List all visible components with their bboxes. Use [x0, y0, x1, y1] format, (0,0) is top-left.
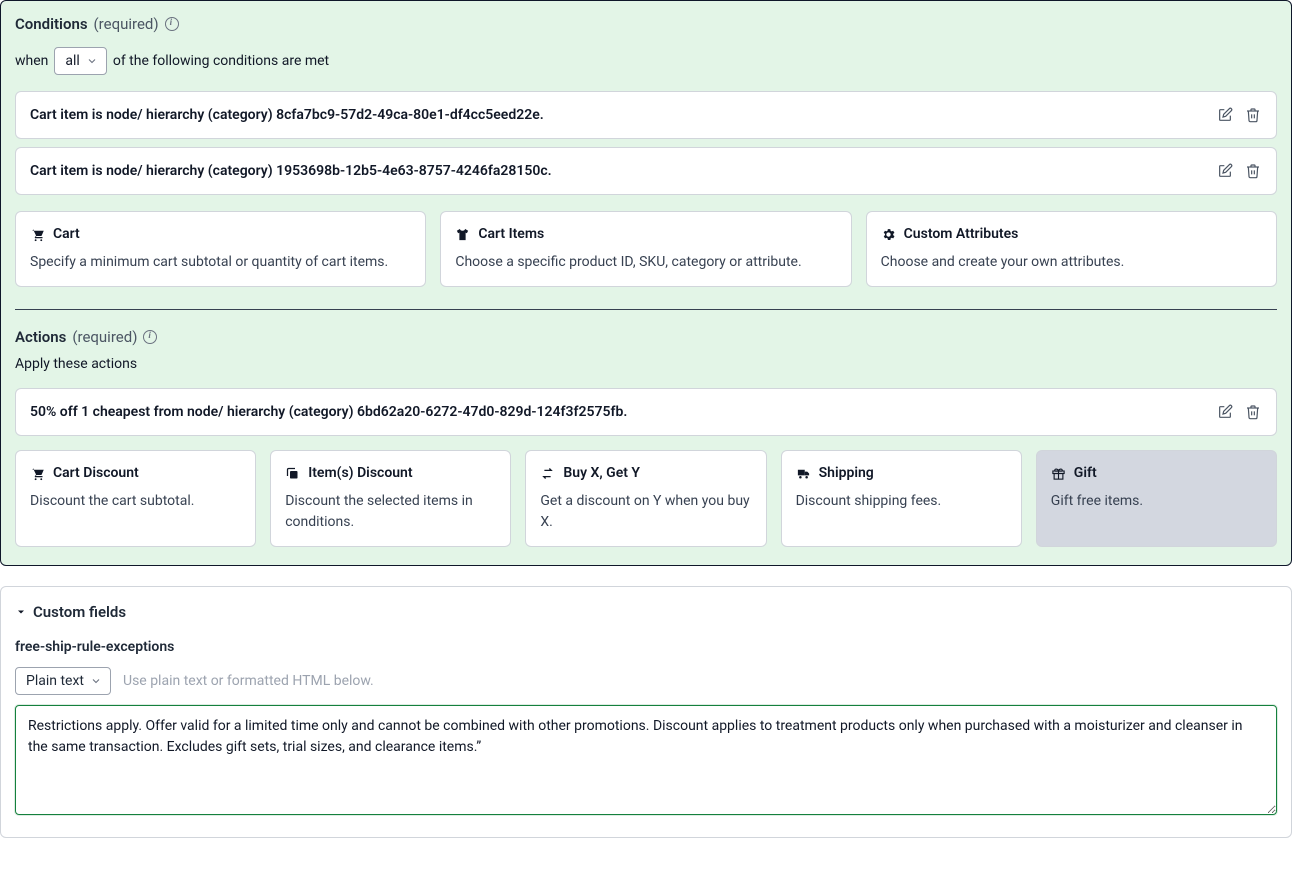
- card-desc: Discount the cart subtotal.: [30, 491, 241, 511]
- info-icon[interactable]: [165, 17, 179, 31]
- when-suffix: of the following conditions are met: [113, 53, 329, 69]
- rules-panel: Conditions (required) when all of the fo…: [0, 0, 1292, 566]
- custom-field-hint: Use plain text or formatted HTML below.: [123, 673, 374, 689]
- custom-fields-heading[interactable]: Custom fields: [15, 603, 1277, 621]
- action-type-cart-discount[interactable]: Cart Discount Discount the cart subtotal…: [15, 450, 256, 547]
- card-desc: Discount shipping fees.: [796, 491, 1007, 511]
- conditions-heading: Conditions (required): [15, 15, 179, 33]
- action-type-gift[interactable]: Gift Gift free items.: [1036, 450, 1277, 547]
- chevron-down-icon: [86, 55, 98, 67]
- apply-actions-label: Apply these actions: [15, 356, 1277, 372]
- action-rules-list: 50% off 1 cheapest from node/ hierarchy …: [15, 388, 1277, 436]
- condition-type-cards: Cart Specify a minimum cart subtotal or …: [15, 211, 1277, 287]
- rule-actions: [1216, 403, 1262, 421]
- card-title: Cart: [53, 226, 80, 242]
- condition-rule: Cart item is node/ hierarchy (category) …: [15, 147, 1277, 195]
- action-type-cards: Cart Discount Discount the cart subtotal…: [15, 450, 1277, 547]
- rule-actions: [1216, 162, 1262, 180]
- chevron-down-icon: [90, 675, 102, 687]
- edit-icon[interactable]: [1216, 162, 1234, 180]
- custom-field-name: free-ship-rule-exceptions: [15, 639, 1277, 655]
- condition-type-cart-items[interactable]: Cart Items Choose a specific product ID,…: [440, 211, 851, 287]
- swap-icon: [540, 466, 555, 481]
- rule-actions: [1216, 106, 1262, 124]
- info-icon[interactable]: [143, 330, 157, 344]
- conditions-title: Conditions: [15, 15, 88, 33]
- cart-icon: [30, 227, 45, 242]
- action-type-items-discount[interactable]: Item(s) Discount Discount the selected i…: [270, 450, 511, 547]
- card-title: Gift: [1074, 465, 1097, 481]
- card-title: Buy X, Get Y: [563, 465, 640, 481]
- condition-rule-text: Cart item is node/ hierarchy (category) …: [30, 107, 544, 123]
- condition-type-cart[interactable]: Cart Specify a minimum cart subtotal or …: [15, 211, 426, 287]
- condition-rule-text: Cart item is node/ hierarchy (category) …: [30, 163, 552, 179]
- condition-type-custom-attributes[interactable]: Custom Attributes Choose and create your…: [866, 211, 1277, 287]
- card-desc: Gift free items.: [1051, 491, 1262, 511]
- trash-icon[interactable]: [1244, 403, 1262, 421]
- actions-title: Actions: [15, 328, 66, 346]
- action-type-shipping[interactable]: Shipping Discount shipping fees.: [781, 450, 1022, 547]
- custom-fields-title: Custom fields: [33, 603, 126, 621]
- edit-icon[interactable]: [1216, 106, 1234, 124]
- action-rule-text: 50% off 1 cheapest from node/ hierarchy …: [30, 404, 627, 420]
- gift-icon: [1051, 466, 1066, 481]
- shirt-icon: [455, 227, 470, 242]
- conditions-section: Conditions (required) when all of the fo…: [15, 15, 1277, 287]
- edit-icon[interactable]: [1216, 403, 1234, 421]
- logic-select[interactable]: all: [54, 47, 106, 75]
- custom-field-toolbar: Plain text Use plain text or formatted H…: [15, 667, 1277, 695]
- logic-select-value: all: [65, 53, 79, 69]
- format-select-value: Plain text: [26, 673, 84, 689]
- card-title: Custom Attributes: [904, 226, 1019, 242]
- card-desc: Get a discount on Y when you buy X.: [540, 491, 751, 532]
- action-rule: 50% off 1 cheapest from node/ hierarchy …: [15, 388, 1277, 436]
- gear-icon: [881, 227, 896, 242]
- format-select[interactable]: Plain text: [15, 667, 111, 695]
- card-desc: Specify a minimum cart subtotal or quant…: [30, 252, 411, 272]
- trash-icon[interactable]: [1244, 162, 1262, 180]
- card-title: Cart Discount: [53, 465, 139, 481]
- actions-section: Actions (required) Apply these actions 5…: [15, 328, 1277, 547]
- card-desc: Choose and create your own attributes.: [881, 252, 1262, 272]
- actions-heading: Actions (required): [15, 328, 157, 346]
- conditions-when-row: when all of the following conditions are…: [15, 47, 1277, 75]
- custom-field-textarea[interactable]: [15, 705, 1277, 815]
- cart-icon: [30, 466, 45, 481]
- card-title: Shipping: [819, 465, 874, 481]
- caret-down-icon: [15, 606, 27, 618]
- when-prefix: when: [15, 53, 48, 69]
- card-desc: Choose a specific product ID, SKU, categ…: [455, 252, 836, 272]
- condition-rules-list: Cart item is node/ hierarchy (category) …: [15, 91, 1277, 195]
- action-type-buy-x-get-y[interactable]: Buy X, Get Y Get a discount on Y when yo…: [525, 450, 766, 547]
- card-desc: Discount the selected items in condition…: [285, 491, 496, 532]
- trash-icon[interactable]: [1244, 106, 1262, 124]
- truck-icon: [796, 466, 811, 481]
- copy-icon: [285, 466, 300, 481]
- card-title: Cart Items: [478, 226, 544, 242]
- section-divider: [15, 309, 1277, 310]
- card-title: Item(s) Discount: [308, 465, 412, 481]
- custom-fields-panel: Custom fields free-ship-rule-exceptions …: [0, 586, 1292, 838]
- conditions-required-label: (required): [94, 15, 159, 33]
- actions-required-label: (required): [72, 328, 137, 346]
- condition-rule: Cart item is node/ hierarchy (category) …: [15, 91, 1277, 139]
